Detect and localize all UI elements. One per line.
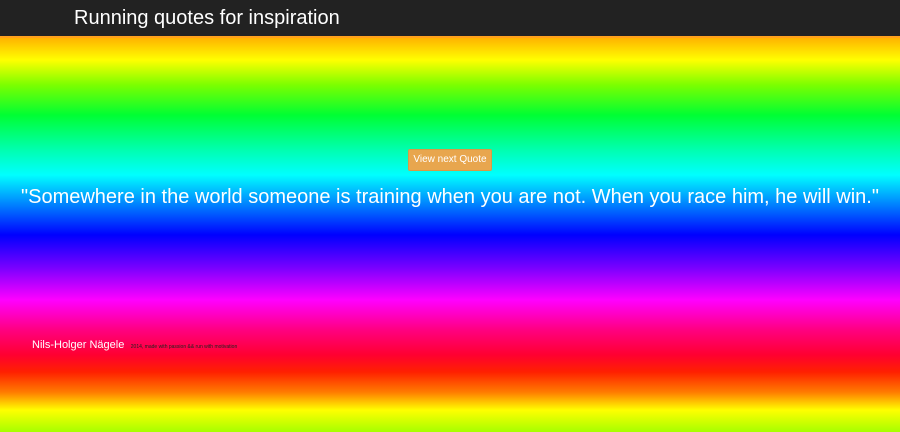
site-title[interactable]: Running quotes for inspiration xyxy=(74,5,340,31)
copyright-text: 2014, made with passion && run with moti… xyxy=(130,344,238,350)
top-navbar: Running quotes for inspiration xyxy=(0,0,900,38)
page-background: Running quotes for inspiration View next… xyxy=(0,0,900,432)
quote-text: "Somewhere in the world someone is train… xyxy=(21,186,879,208)
view-next-quote-button[interactable]: View next Quote xyxy=(408,149,492,171)
quote-author: Nils-Holger Nägele xyxy=(32,339,125,351)
footer: Nils-Holger Nägele 2014, made with passi… xyxy=(32,335,237,353)
